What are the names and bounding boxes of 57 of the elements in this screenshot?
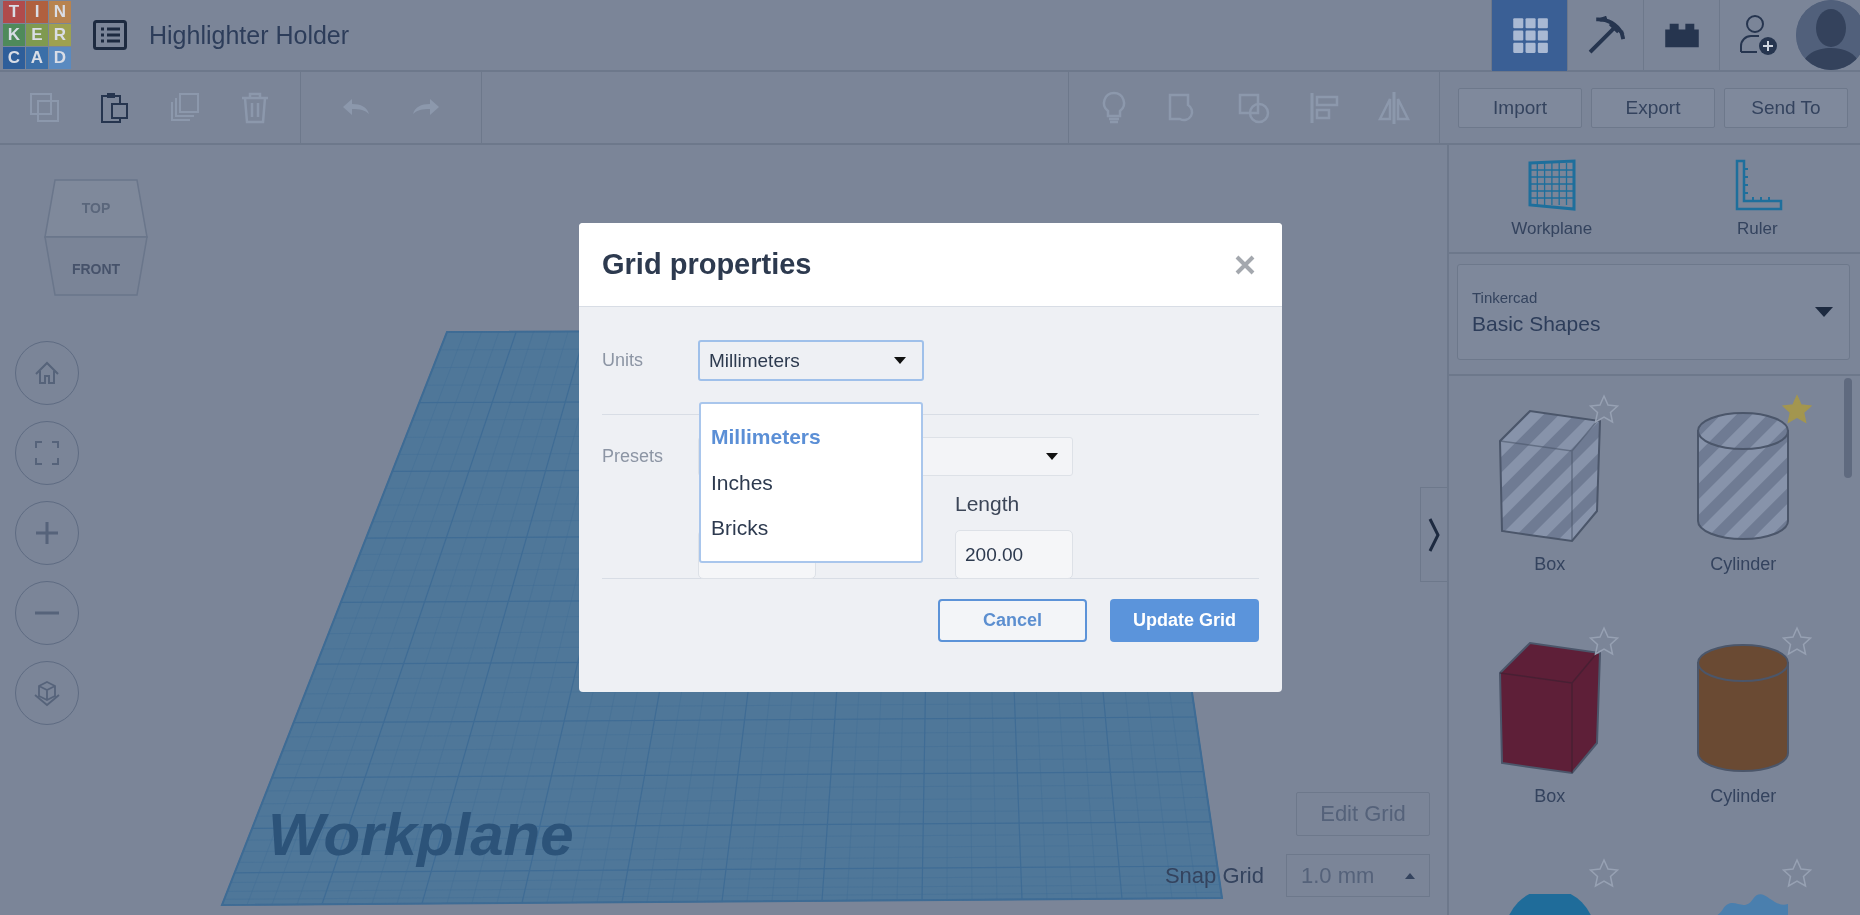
logo-letter: I (26, 1, 48, 23)
fit-icon (32, 438, 62, 468)
grid-mode-tab[interactable] (1491, 0, 1567, 71)
presets-label: Presets (602, 446, 665, 467)
logo-letter: T (3, 1, 25, 23)
units-option[interactable]: Millimeters (701, 414, 921, 460)
perspective-icon (32, 678, 62, 708)
shape-label: Cylinder (1710, 786, 1777, 807)
shape-library-select[interactable]: Tinkercad Basic Shapes (1457, 264, 1850, 360)
avatar-silhouette[interactable] (1796, 0, 1860, 70)
logo-letter: C (3, 47, 25, 69)
logo-letter: K (3, 24, 25, 46)
snap-grid-label: Snap Grid (1164, 862, 1264, 889)
units-label: Units (602, 350, 644, 371)
panel-toggle-button[interactable] (1420, 487, 1447, 582)
units-option[interactable]: Inches (701, 459, 921, 506)
chevron-right-icon (1428, 516, 1440, 553)
workplane-tool[interactable]: Workplane (1449, 145, 1655, 252)
units-select[interactable]: Millimeters (698, 340, 924, 381)
shape-label: Box (1534, 786, 1566, 807)
list-icon[interactable] (93, 20, 127, 50)
library-category: Basic Shapes (1472, 311, 1602, 336)
dialog-title: Grid properties (602, 248, 812, 281)
logo-letter: A (26, 47, 48, 69)
shape-label: Box (1534, 554, 1566, 575)
favorite-star-icon[interactable] (1782, 626, 1812, 656)
action-button[interactable]: Export (1591, 87, 1715, 128)
length-label: Length (955, 492, 1021, 517)
caret-down-icon (894, 357, 906, 364)
action-button[interactable]: Import (1458, 87, 1582, 128)
library-source-label: Tinkercad (1472, 288, 1539, 306)
shape-label: Cylinder (1710, 554, 1777, 575)
pickaxe-icon (1586, 16, 1625, 54)
caret-down-icon (1815, 307, 1833, 317)
logo-letter: E (26, 24, 48, 46)
ruler-tool[interactable]: Ruler (1654, 145, 1860, 252)
length-field[interactable]: 200.00 (955, 530, 1073, 579)
design-title[interactable]: Highlighter Holder (149, 20, 350, 50)
close-icon[interactable] (1234, 253, 1256, 276)
units-option[interactable]: Bricks (701, 505, 921, 551)
logo-letter: N (49, 1, 71, 23)
action-button[interactable]: Send To (1724, 87, 1848, 128)
caret-down-icon (1046, 453, 1058, 460)
favorite-star-icon[interactable] (1588, 394, 1619, 424)
logo-letter: D (49, 47, 71, 69)
zoom-out-icon (34, 611, 60, 615)
add-user-icon[interactable] (1740, 14, 1778, 56)
update-grid-button[interactable]: Update Grid (1110, 599, 1259, 642)
favorite-star-icon[interactable] (1588, 858, 1619, 888)
favorite-star-icon[interactable] (1588, 626, 1619, 656)
caret-up-icon (1405, 872, 1415, 879)
cancel-button[interactable]: Cancel (938, 599, 1087, 642)
scrollbar[interactable] (1844, 378, 1852, 478)
grid-icon (1510, 16, 1549, 54)
logo-letter: R (49, 24, 71, 46)
favorite-star-icon[interactable] (1782, 394, 1812, 424)
favorite-star-icon[interactable] (1782, 858, 1812, 888)
